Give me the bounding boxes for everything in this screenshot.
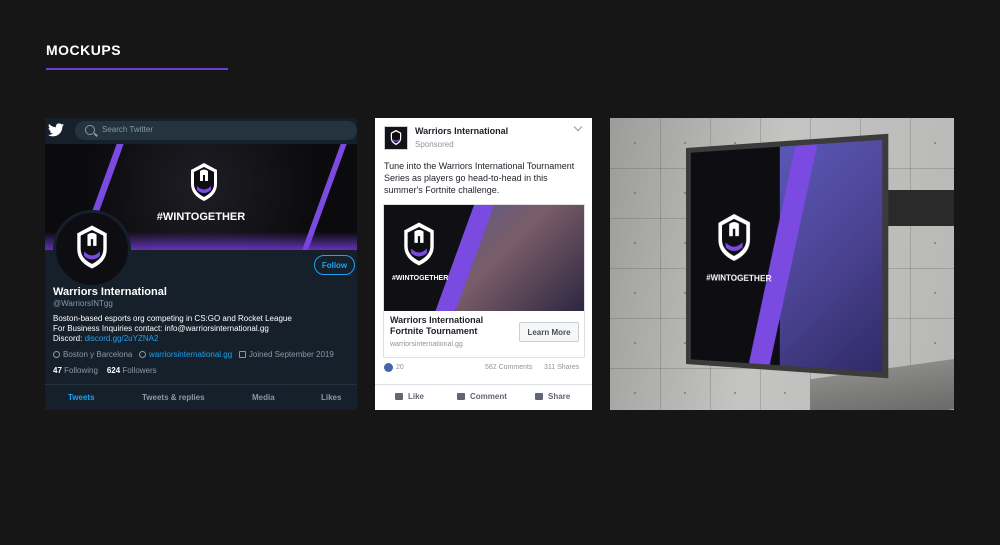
discord-link[interactable]: discord.gg/2uYZNA2 bbox=[85, 334, 159, 343]
spartan-shield-logo-icon bbox=[390, 129, 402, 146]
page-name[interactable]: Warriors International bbox=[415, 126, 508, 136]
wall-panel bbox=[760, 368, 811, 410]
ad-link-card[interactable]: #WINTOGETHER Warriors International Fort… bbox=[383, 204, 585, 358]
ad-image: #WINTOGETHER bbox=[384, 205, 584, 311]
share-label: Share bbox=[548, 392, 571, 401]
bio-discord-label: Discord: bbox=[53, 334, 83, 343]
spartan-shield-logo-icon bbox=[718, 213, 750, 261]
wall-panel bbox=[710, 368, 761, 410]
twitter-mockup: Search Twitter #WINTOGETHER Follow Warri… bbox=[45, 118, 357, 410]
sponsored-label: Sponsored bbox=[415, 140, 454, 149]
wall-panel bbox=[910, 118, 954, 169]
post-actions: Like Comment Share bbox=[375, 384, 592, 410]
wall-bolt bbox=[634, 192, 636, 194]
title-underline bbox=[46, 68, 228, 70]
profile-tabs: Tweets Tweets & replies Media Likes bbox=[45, 384, 357, 410]
wall-panel bbox=[660, 368, 711, 410]
page-title: MOCKUPS bbox=[46, 42, 122, 58]
ad-headline-line: Fortnite Tournament bbox=[390, 326, 478, 336]
share-icon bbox=[535, 393, 543, 400]
wall-bolt bbox=[734, 392, 736, 394]
profile-meta: Boston y Barcelona warriorsinternational… bbox=[53, 350, 334, 359]
ad-headline: Warriors International Fortnite Tourname… bbox=[390, 315, 510, 337]
like-button[interactable]: Like bbox=[395, 392, 424, 401]
wall-bolt bbox=[934, 242, 936, 244]
share-count[interactable]: 311 Shares bbox=[544, 364, 579, 371]
wall-bolt bbox=[684, 142, 686, 144]
reaction-count[interactable]: 20 bbox=[396, 364, 404, 371]
like-label: Like bbox=[408, 392, 425, 401]
profile-handle: @WarriorsINTgg bbox=[53, 299, 113, 308]
comment-button[interactable]: Comment bbox=[457, 392, 507, 401]
profile-joined: Joined September 2019 bbox=[248, 350, 334, 359]
following-label[interactable]: Following bbox=[64, 366, 98, 375]
spartan-shield-logo-icon bbox=[191, 163, 217, 201]
wall-bolt bbox=[934, 142, 936, 144]
wall-bolt bbox=[634, 292, 636, 294]
website-link[interactable]: warriorsinternational.gg bbox=[149, 350, 232, 359]
share-button[interactable]: Share bbox=[535, 392, 570, 401]
twitter-bird-icon[interactable] bbox=[48, 123, 64, 137]
following-count[interactable]: 47 bbox=[53, 366, 62, 375]
search-icon bbox=[85, 125, 95, 135]
tab-media[interactable]: Media bbox=[252, 393, 275, 402]
profile-counts: 47 Following 624 Followers bbox=[53, 366, 157, 375]
profile-location: Boston y Barcelona bbox=[63, 350, 133, 359]
post-text: Tune into the Warriors International Tou… bbox=[384, 161, 575, 195]
profile-bio: Boston-based esports org competing in CS… bbox=[53, 314, 292, 344]
wall-bolt bbox=[634, 392, 636, 394]
bio-line: Discord: discord.gg/2uYZNA2 bbox=[53, 334, 292, 344]
wall-bolt bbox=[634, 242, 636, 244]
ad-headline-line: Warriors International bbox=[390, 315, 484, 325]
location-icon bbox=[53, 351, 60, 358]
bio-line: Boston-based esports org competing in CS… bbox=[53, 314, 292, 323]
tab-tweets[interactable]: Tweets bbox=[68, 393, 95, 402]
wall-bolt bbox=[634, 342, 636, 344]
wall-panel bbox=[610, 368, 661, 410]
thumbs-up-icon bbox=[395, 393, 403, 400]
like-reaction-icon bbox=[384, 363, 393, 372]
ad-url: warriorsinternational.gg bbox=[390, 341, 463, 348]
facebook-ad-mockup: Warriors International Sponsored Tune in… bbox=[375, 118, 592, 410]
page-avatar[interactable] bbox=[384, 126, 408, 150]
avatar[interactable] bbox=[53, 210, 131, 288]
billboard-screen: #WINTOGETHER bbox=[690, 139, 883, 373]
tab-likes[interactable]: Likes bbox=[321, 393, 341, 402]
comment-label: Comment bbox=[470, 392, 507, 401]
billboard-frame: #WINTOGETHER bbox=[686, 133, 889, 379]
wall-bolt bbox=[784, 392, 786, 394]
wall-panel bbox=[910, 268, 954, 319]
follow-button[interactable]: Follow bbox=[314, 255, 355, 275]
wall-ledge bbox=[880, 190, 954, 226]
comment-count[interactable]: 562 Comments bbox=[485, 364, 532, 371]
calendar-icon bbox=[238, 351, 246, 358]
ad-image-hashtag: #WINTOGETHER bbox=[392, 275, 449, 282]
billboard-hashtag: #WINTOGETHER bbox=[706, 273, 772, 284]
comment-icon bbox=[457, 393, 465, 400]
link-icon bbox=[139, 351, 147, 358]
wall-bolt bbox=[934, 342, 936, 344]
spartan-shield-logo-icon bbox=[77, 225, 107, 269]
spartan-shield-logo-icon bbox=[404, 222, 434, 266]
search-input[interactable]: Search Twitter bbox=[75, 121, 357, 140]
learn-more-button[interactable]: Learn More bbox=[519, 322, 579, 342]
profile-name: Warriors International bbox=[53, 286, 167, 298]
tab-tweets-replies[interactable]: Tweets & replies bbox=[142, 393, 205, 402]
billboard-mockup: #WINTOGETHER bbox=[610, 118, 954, 410]
wall-bolt bbox=[684, 392, 686, 394]
bio-line: For Business Inquiries contact: info@war… bbox=[53, 324, 269, 333]
followers-label[interactable]: Followers bbox=[122, 366, 156, 375]
search-placeholder: Search Twitter bbox=[102, 125, 153, 134]
followers-count[interactable]: 624 bbox=[107, 366, 120, 375]
wall-bolt bbox=[934, 292, 936, 294]
chevron-down-icon[interactable] bbox=[573, 122, 583, 132]
wall-bolt bbox=[634, 142, 636, 144]
twitter-topbar: Search Twitter bbox=[45, 118, 357, 142]
